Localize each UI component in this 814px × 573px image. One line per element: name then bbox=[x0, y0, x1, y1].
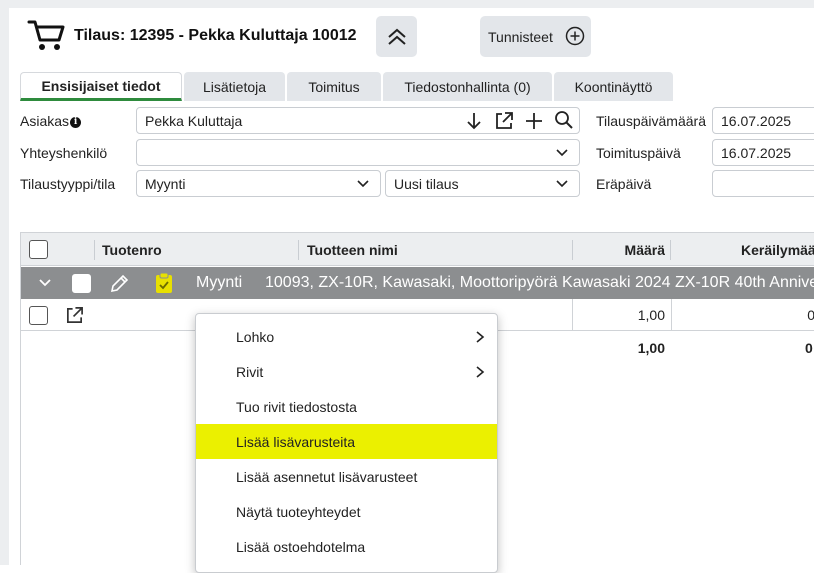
left-strip bbox=[0, 0, 9, 565]
order-type-label: Tilaustyyppi/tila bbox=[20, 176, 116, 192]
header-separator bbox=[670, 240, 671, 260]
customer-label: Asiakas i bbox=[20, 113, 82, 129]
plus-icon[interactable] bbox=[524, 111, 544, 131]
tab-file-management[interactable]: Tiedostonhallinta (0) bbox=[383, 72, 552, 101]
clipboard-check-icon bbox=[156, 272, 172, 293]
menu-item-add-installed-accessories[interactable]: Lisää asennetut lisävarusteet bbox=[196, 459, 497, 494]
search-icon[interactable] bbox=[554, 110, 574, 130]
due-date-label: Eräpäivä bbox=[596, 176, 652, 192]
pencil-icon[interactable] bbox=[108, 273, 130, 295]
menu-item-show-product-relations[interactable]: Näytä tuoteyhteydet bbox=[196, 494, 497, 529]
chevron-right-icon bbox=[476, 366, 485, 378]
chevron-up-icon bbox=[387, 28, 406, 45]
group-type: Myynti bbox=[196, 274, 243, 291]
col-picked-quantity[interactable]: Keräilymää bbox=[741, 233, 814, 266]
col-product-number[interactable]: Tuotenro bbox=[102, 233, 292, 266]
due-date-field[interactable] bbox=[712, 170, 814, 197]
select-all-checkbox[interactable] bbox=[29, 240, 48, 259]
info-icon[interactable]: i bbox=[70, 117, 82, 128]
tab-additional-info[interactable]: Lisätietoja bbox=[184, 72, 285, 101]
chevron-down-icon bbox=[357, 180, 369, 188]
top-strip bbox=[0, 0, 814, 8]
menu-item-add-accessories[interactable]: Lisää lisävarusteita bbox=[196, 424, 497, 459]
col-quantity[interactable]: Määrä bbox=[573, 233, 665, 266]
order-type-select[interactable]: Myynti bbox=[136, 170, 381, 197]
order-type-value: Myynti bbox=[145, 175, 186, 192]
collapse-header-button[interactable] bbox=[376, 16, 417, 57]
menu-item-label: Tuo rivit tiedostosta bbox=[236, 398, 357, 415]
total-quantity: 1,00 bbox=[637, 340, 665, 356]
group-description: 10093, ZX-10R, Kawasaki, Moottoripyörä K… bbox=[265, 274, 814, 291]
tab-primary-info[interactable]: Ensisijaiset tiedot bbox=[20, 72, 182, 101]
delivery-date-label: Toimituspäivä bbox=[596, 145, 681, 161]
menu-item-label: Rivit bbox=[236, 363, 264, 380]
menu-item-add-purchase-proposal[interactable]: Lisää ostoehdotelma bbox=[196, 529, 497, 564]
menu-item-import-rows[interactable]: Tuo rivit tiedostosta bbox=[196, 389, 497, 424]
block-group-row[interactable]: Myynti 10093, ZX-10R, Kawasaki, Moottori… bbox=[21, 267, 814, 299]
contact-select[interactable] bbox=[136, 139, 580, 166]
contact-label: Yhteyshenkilö bbox=[20, 145, 108, 161]
chevron-down-icon[interactable] bbox=[38, 278, 52, 288]
table-header: Tuotenro Tuotteen nimi Määrä Keräilymää bbox=[21, 233, 814, 266]
tags-button-label: Tunnisteet bbox=[488, 28, 553, 45]
col-product-name[interactable]: Tuotteen nimi bbox=[307, 233, 567, 266]
order-status-value: Uusi tilaus bbox=[394, 175, 459, 192]
menu-item-label: Lohko bbox=[236, 328, 275, 345]
cart-icon bbox=[27, 20, 65, 50]
delivery-date-value: 16.07.2025 bbox=[721, 144, 792, 161]
arrow-down-icon[interactable] bbox=[464, 111, 484, 131]
order-status-select[interactable]: Uusi tilaus bbox=[385, 170, 580, 197]
order-date-value: 16.07.2025 bbox=[721, 112, 792, 129]
delivery-date-field[interactable]: 16.07.2025 bbox=[712, 139, 814, 166]
row-checkbox[interactable] bbox=[29, 306, 48, 325]
menu-item-block[interactable]: Lohko bbox=[196, 319, 497, 354]
header-separator bbox=[298, 240, 299, 260]
plus-circle-icon bbox=[565, 26, 585, 46]
context-menu: Lohko Rivit Tuo rivit tiedostosta Lisää … bbox=[195, 313, 498, 573]
menu-item-label: Lisää lisävarusteita bbox=[236, 433, 356, 450]
total-picked-quantity: 0 bbox=[805, 340, 813, 356]
row-quantity: 1,00 bbox=[572, 299, 671, 331]
menu-item-rows[interactable]: Rivit bbox=[196, 354, 497, 389]
group-row-checkbox[interactable] bbox=[72, 274, 91, 293]
customer-value: Pekka Kuluttaja bbox=[145, 112, 243, 129]
tab-dashboard[interactable]: Koontinäyttö bbox=[554, 72, 673, 101]
menu-item-label: Lisää ostoehdotelma bbox=[236, 538, 366, 555]
order-date-field[interactable]: 16.07.2025 bbox=[712, 107, 814, 134]
page-title: Tilaus: 12395 - Pekka Kuluttaja 10012 bbox=[74, 27, 357, 44]
external-link-icon[interactable] bbox=[494, 111, 514, 131]
menu-item-label: Näytä tuoteyhteydet bbox=[236, 503, 361, 520]
tab-delivery[interactable]: Toimitus bbox=[287, 72, 381, 101]
chevron-down-icon bbox=[556, 180, 568, 188]
row-picked-quantity: 0 bbox=[671, 299, 814, 331]
chevron-down-icon bbox=[556, 149, 568, 157]
tags-button[interactable]: Tunnisteet bbox=[480, 16, 591, 57]
menu-item-label: Lisää asennetut lisävarusteet bbox=[236, 468, 418, 485]
header-separator bbox=[94, 240, 95, 260]
chevron-right-icon bbox=[476, 331, 485, 343]
order-date-label: Tilauspäivämäärä bbox=[596, 113, 706, 129]
external-link-icon[interactable] bbox=[65, 306, 84, 325]
